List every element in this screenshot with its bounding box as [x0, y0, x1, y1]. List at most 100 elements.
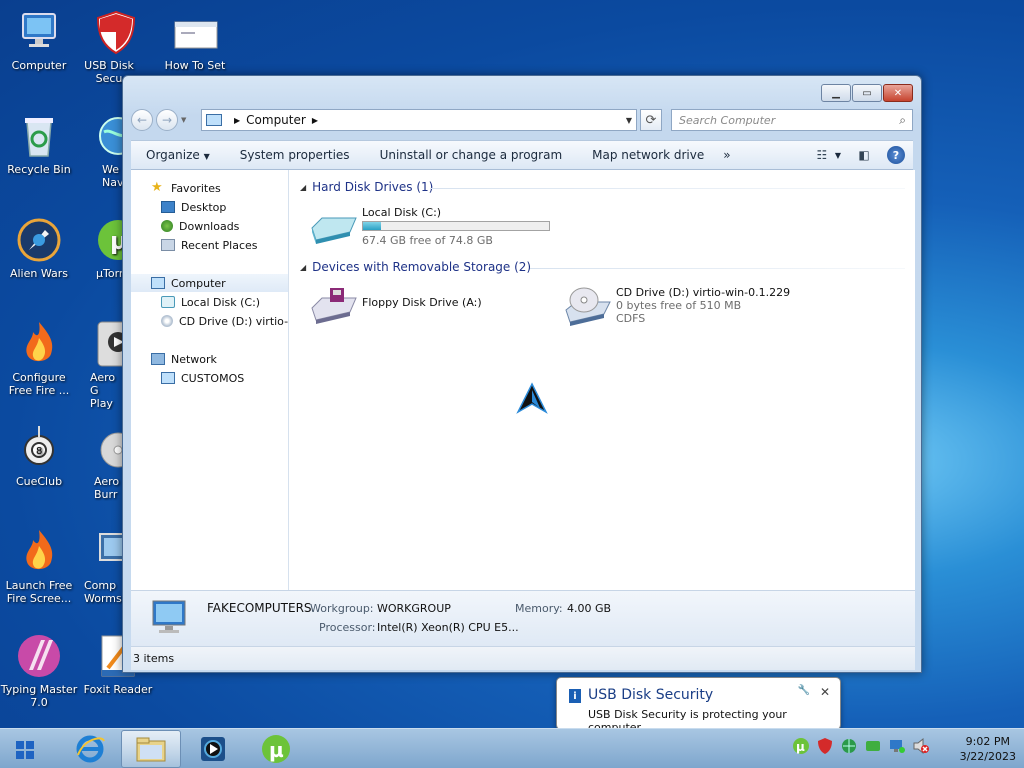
breadcrumb-arrow-icon[interactable]: ▶	[234, 116, 240, 125]
computer-icon	[15, 8, 63, 56]
cd-drive-icon	[161, 315, 173, 327]
collapse-icon[interactable]: ◢	[300, 263, 306, 272]
recent-pages-dropdown[interactable]: ▼	[181, 116, 186, 124]
search-input[interactable]: Search Computer ⌕	[671, 109, 913, 131]
cd-drive-icon	[564, 286, 612, 326]
network-icon	[151, 353, 165, 365]
chat-tray-icon[interactable]	[864, 737, 882, 755]
floppy-drive-icon	[310, 286, 358, 326]
svg-text:µ: µ	[269, 738, 284, 762]
mouse-cursor-icon	[514, 382, 548, 419]
group-header-hard-disk-drives[interactable]: ◢ Hard Disk Drives (1)	[300, 180, 433, 194]
organize-button[interactable]: Organize ▼	[131, 148, 225, 162]
nav-desktop[interactable]: Desktop	[161, 198, 226, 216]
taskbar-media-player[interactable]	[183, 730, 243, 768]
file-list: ◢ Hard Disk Drives (1) Local Disk (C:) 6…	[290, 170, 915, 590]
desktop-icon-how-to-set[interactable]: How To Set	[156, 8, 234, 72]
taskbar-file-explorer[interactable]	[121, 730, 181, 768]
hard-drive-icon	[310, 206, 358, 246]
start-button[interactable]	[10, 737, 40, 763]
address-bar[interactable]: ▶ Computer ▶ ▼	[201, 109, 637, 131]
content-area: ★ Favorites Desktop Downloads Recent Pla…	[131, 170, 915, 590]
desktop-icon-recycle-bin[interactable]: Recycle Bin	[0, 112, 78, 176]
volume-muted-icon[interactable]	[912, 737, 930, 755]
drive-floppy-a[interactable]: Floppy Disk Drive (A:)	[310, 286, 482, 326]
nav-cd-drive[interactable]: CD Drive (D:) virtio-w	[161, 312, 288, 330]
more-commands-button[interactable]: »	[719, 148, 734, 162]
computer-icon	[206, 114, 222, 126]
close-icon[interactable]: ✕	[820, 685, 830, 699]
nav-network[interactable]: Network	[151, 350, 217, 368]
refresh-button[interactable]: ⟳	[640, 109, 662, 131]
cueclub-icon: 8	[15, 424, 63, 472]
desktop-icon-web-navigator[interactable]: We Naviga	[88, 112, 124, 189]
computer-icon	[149, 597, 189, 640]
search-icon[interactable]: ⌕	[899, 113, 906, 128]
window-controls: ▁ ▭ ✕	[821, 84, 913, 102]
desktop-icon-configure-free-fire[interactable]: Configure Free Fire ...	[0, 320, 78, 397]
maximize-button[interactable]: ▭	[852, 84, 882, 102]
breadcrumb-computer[interactable]: Computer	[246, 113, 306, 127]
nav-favorites[interactable]: ★ Favorites	[151, 179, 221, 197]
forward-button[interactable]: →	[156, 109, 178, 131]
system-tray: µ	[792, 737, 930, 755]
group-header-removable-storage[interactable]: ◢ Devices with Removable Storage (2)	[300, 260, 531, 274]
document-icon	[171, 8, 219, 56]
network-globe-tray-icon[interactable]	[840, 737, 858, 755]
taskbar: µ µ 9:02 PM 3/22/2023	[0, 728, 1024, 768]
taskbar-utorrent[interactable]: µ	[246, 730, 306, 768]
preview-pane-icon[interactable]: ◧	[855, 146, 873, 164]
usb-security-tray-icon[interactable]	[816, 737, 834, 755]
hard-drive-icon	[161, 296, 175, 308]
info-icon: i	[569, 689, 581, 703]
downloads-icon	[161, 220, 173, 232]
breadcrumb-arrow-icon[interactable]: ▶	[312, 116, 318, 125]
typing-master-icon	[15, 632, 63, 680]
disk-usage-fill	[363, 222, 382, 230]
drive-local-disk-c[interactable]: Local Disk (C:) 67.4 GB free of 74.8 GB	[310, 206, 550, 247]
nav-customos[interactable]: CUSTOMOS	[161, 369, 244, 387]
desktop-icon-cueclub[interactable]: 8 CueClub	[0, 424, 78, 488]
navigation-bar: ← → ▼ ▶ Computer ▶ ▼ ⟳ Search Computer ⌕	[131, 107, 913, 133]
help-icon[interactable]: ?	[887, 146, 905, 164]
desktop-icon-typing-master[interactable]: Typing Master 7.0	[0, 632, 78, 709]
notification-balloon[interactable]: i USB Disk Security USB Disk Security is…	[556, 677, 841, 738]
desktop-icon-computer[interactable]: Computer	[0, 8, 78, 72]
uninstall-program-button[interactable]: Uninstall or change a program	[365, 148, 578, 162]
desktop-icon-launch-free-fire[interactable]: Launch Free Fire Scree...	[0, 528, 78, 605]
desktop-icon	[161, 201, 175, 213]
change-view-icon[interactable]: ☷	[813, 146, 831, 164]
nav-local-disk[interactable]: Local Disk (C:)	[161, 293, 260, 311]
desktop-icon-alien-wars[interactable]: Alien Wars	[0, 216, 78, 280]
nav-downloads[interactable]: Downloads	[161, 217, 239, 235]
computer-name: FAKECOMPUTERS	[207, 601, 312, 615]
map-network-drive-button[interactable]: Map network drive	[577, 148, 719, 162]
back-button[interactable]: ←	[131, 109, 153, 131]
navigation-pane: ★ Favorites Desktop Downloads Recent Pla…	[131, 170, 289, 590]
computer-icon	[161, 372, 175, 384]
address-dropdown-icon[interactable]: ▼	[626, 116, 632, 125]
nav-recent-places[interactable]: Recent Places	[161, 236, 258, 254]
internet-explorer-icon	[76, 735, 105, 763]
nav-computer[interactable]: Computer	[131, 274, 288, 292]
star-icon: ★	[151, 180, 163, 195]
utorrent-icon: µ	[262, 735, 290, 763]
system-properties-button[interactable]: System properties	[225, 148, 365, 162]
minimize-button[interactable]: ▁	[821, 84, 851, 102]
view-dropdown-icon[interactable]: ▼	[835, 151, 841, 160]
close-button[interactable]: ✕	[883, 84, 913, 102]
desktop-icon-computer-worms[interactable]: Comp Worms	[84, 528, 124, 605]
collapse-icon[interactable]: ◢	[300, 183, 306, 192]
clock[interactable]: 9:02 PM 3/22/2023	[960, 734, 1016, 764]
taskbar-internet-explorer[interactable]	[60, 730, 120, 768]
network-tray-icon[interactable]	[888, 737, 906, 755]
desktop-icon-utorrent[interactable]: µ µTorr	[88, 216, 124, 280]
drive-cd-d[interactable]: CD Drive (D:) virtio-win-0.1.229 0 bytes…	[564, 286, 790, 326]
desktop-icon-usb-disk-security[interactable]: USB Disk Secu	[78, 8, 140, 85]
details-pane: FAKECOMPUTERS Workgroup: WORKGROUP Memor…	[131, 590, 915, 646]
desktop-icon-aero-game-player[interactable]: Aero G Play	[88, 320, 124, 410]
desktop-icon-aero-burner[interactable]: Aero Burr	[88, 424, 124, 501]
options-icon[interactable]: 🔧	[798, 685, 810, 696]
utorrent-tray-icon[interactable]: µ	[792, 737, 810, 755]
globe-icon	[94, 112, 124, 160]
